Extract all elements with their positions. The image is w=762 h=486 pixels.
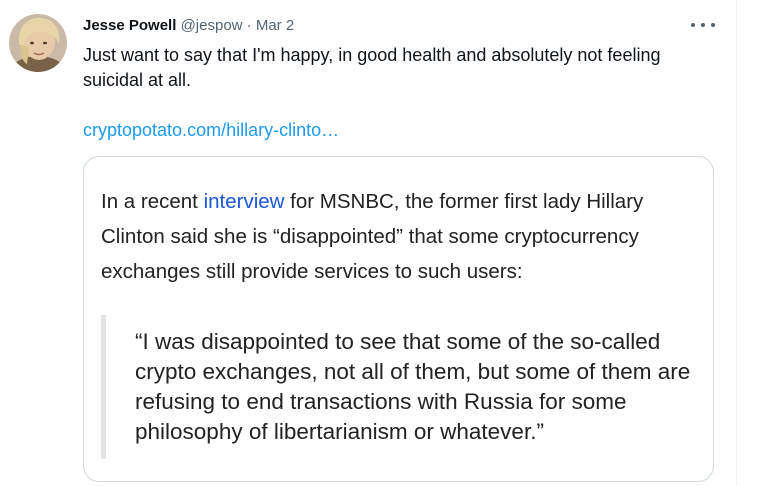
more-icon-dot bbox=[711, 23, 715, 27]
avatar-image bbox=[9, 14, 67, 72]
header-separator: · bbox=[246, 17, 252, 34]
author-display-name[interactable]: Jesse Powell bbox=[83, 17, 176, 34]
card-paragraph-before: In a recent bbox=[101, 190, 204, 213]
tweet-date[interactable]: Mar 2 bbox=[256, 17, 294, 34]
tweet-header: Jesse Powell @jespow · Mar 2 bbox=[83, 16, 294, 36]
card-quote: “I was disappointed to see that some of … bbox=[135, 329, 691, 444]
column-divider bbox=[736, 0, 737, 486]
user-avatar[interactable] bbox=[9, 14, 67, 72]
tweet[interactable]: Jesse Powell @jespow · Mar 2 Just want t… bbox=[0, 0, 762, 486]
more-icon-dot bbox=[701, 23, 705, 27]
tweet-text: Just want to say that I'm happy, in good… bbox=[83, 45, 661, 90]
blockquote-bar bbox=[101, 315, 106, 459]
more-icon-dot bbox=[691, 23, 695, 27]
card-interview-link: interview bbox=[203, 190, 285, 213]
card-paragraph: In a recent interview for MSNBC, the for… bbox=[101, 184, 701, 289]
link-preview-card[interactable]: In a recent interview for MSNBC, the for… bbox=[83, 156, 714, 482]
more-icon[interactable] bbox=[691, 15, 715, 35]
author-handle[interactable]: @jespow bbox=[181, 17, 243, 34]
tweet-link[interactable]: cryptopotato.com/hillary-clinto… bbox=[83, 118, 339, 143]
